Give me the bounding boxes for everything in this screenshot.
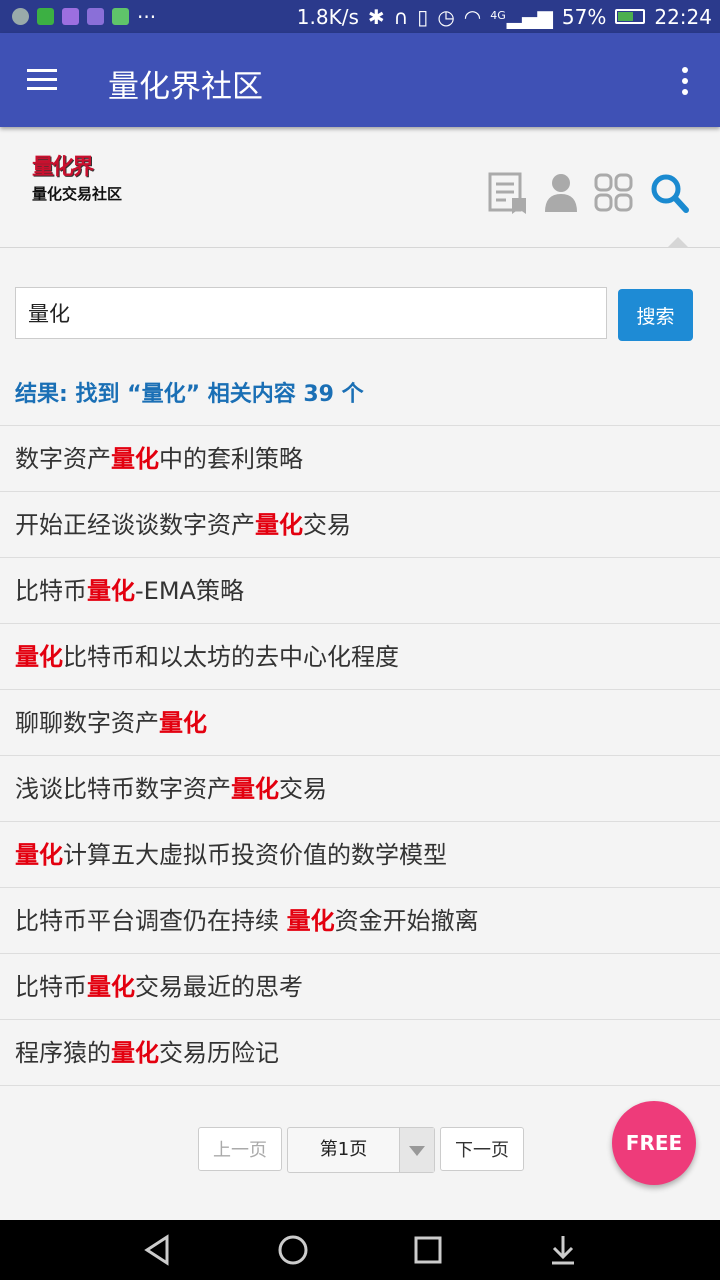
result-text: 比特币	[15, 973, 87, 1001]
menu-icon[interactable]	[27, 69, 57, 91]
result-text: 中的套利策略	[159, 445, 303, 473]
result-text: 交易	[279, 775, 327, 803]
clock: 22:24	[654, 4, 712, 29]
active-indicator	[668, 237, 688, 247]
app-title: 量化界社区	[108, 69, 263, 105]
home-icon[interactable]	[273, 1230, 313, 1270]
page-select[interactable]: 第1页	[287, 1127, 435, 1173]
result-text: 比特币和以太坊的去中心化程度	[63, 643, 399, 671]
net-speed: 1.8K/s	[296, 4, 359, 29]
gallery-icon	[62, 8, 79, 25]
result-text: 比特币	[15, 577, 87, 605]
app-bar: 量化界社区	[0, 33, 720, 127]
free-fab-button[interactable]: FREE	[612, 1101, 696, 1185]
battery-icon	[615, 9, 646, 24]
prev-page-button[interactable]: 上一页	[198, 1127, 282, 1171]
user-icon[interactable]	[544, 172, 578, 214]
result-text: 资金开始撤离	[334, 907, 479, 935]
result-text: 交易最近的思考	[135, 973, 303, 1001]
result-item[interactable]: 数字资产量化中的套利策略	[0, 426, 720, 492]
search-icon[interactable]	[650, 172, 690, 214]
status-bar: ··· 1.8K/s ✱ ∩ ▯ ◷ ◠ 4G ▂▄▆ 57% 22:24	[0, 0, 720, 33]
result-highlight: 量化	[111, 445, 159, 473]
result-text: 浅谈比特币数字资产	[15, 775, 231, 803]
result-highlight: 量化	[286, 907, 335, 935]
result-item[interactable]: 比特币量化交易最近的思考	[0, 954, 720, 1020]
result-highlight: 量化	[15, 841, 63, 869]
result-highlight: 量化	[231, 775, 279, 803]
result-highlight: 量化	[87, 577, 135, 605]
logo-title: 量化界	[32, 155, 94, 180]
result-item[interactable]: 量化计算五大虚拟币投资价值的数学模型	[0, 822, 720, 888]
notification-pull-icon[interactable]	[543, 1230, 583, 1270]
apps-grid-icon[interactable]	[594, 172, 634, 214]
result-item[interactable]: 量化比特币和以太坊的去中心化程度	[0, 624, 720, 690]
result-summary: 结果: 找到 “量化” 相关内容 39 个	[15, 382, 364, 407]
result-text: 开始正经谈谈数字资产	[15, 511, 255, 539]
page-select-value: 第1页	[319, 1139, 368, 1160]
result-item[interactable]: 聊聊数字资产量化	[0, 690, 720, 756]
wifi-icon: ◠	[463, 4, 482, 29]
bluetooth-icon: ✱	[367, 4, 385, 29]
headphones-icon: ∩	[393, 4, 409, 29]
result-item[interactable]: 比特币量化-EMA策略	[0, 558, 720, 624]
signal-icon: ▂▄▆	[506, 4, 553, 29]
battery-percent: 57%	[561, 4, 607, 29]
result-highlight: 量化	[255, 511, 303, 539]
result-highlight: 量化	[159, 709, 207, 737]
wechat-icon	[37, 8, 54, 25]
alarm-icon: ◷	[437, 4, 455, 29]
result-text: 交易历险记	[159, 1039, 279, 1067]
site-header: 量化界 量化交易社区	[0, 127, 720, 248]
more-notifications-icon: ···	[137, 4, 157, 29]
result-text: -EMA策略	[135, 577, 244, 605]
search-input[interactable]	[15, 287, 607, 339]
result-text: 计算五大虚拟币投资价值的数学模型	[63, 841, 447, 869]
result-text: 交易	[303, 511, 351, 539]
search-button[interactable]: 搜索	[618, 289, 693, 341]
back-icon[interactable]	[138, 1230, 178, 1270]
site-logo[interactable]: 量化界 量化交易社区	[32, 149, 122, 204]
result-highlight: 量化	[87, 973, 135, 1001]
result-item[interactable]: 程序猿的量化交易历险记	[0, 1020, 720, 1086]
next-page-button[interactable]: 下一页	[440, 1127, 524, 1171]
dropdown-arrow-icon	[399, 1128, 434, 1172]
result-list: 数字资产量化中的套利策略 开始正经谈谈数字资产量化交易 比特币量化-EMA策略 量化比…	[0, 425, 720, 1086]
result-text: 数字资产	[15, 445, 111, 473]
result-text: 比特币平台调查仍在持续	[15, 907, 287, 935]
system-nav-bar	[0, 1220, 720, 1280]
video-icon	[87, 8, 104, 25]
network-type: 4G	[490, 8, 506, 22]
result-item[interactable]: 比特币平台调查仍在持续 量化资金开始撤离	[0, 888, 720, 954]
result-item[interactable]: 开始正经谈谈数字资产量化交易	[0, 492, 720, 558]
result-highlight: 量化	[111, 1039, 159, 1067]
article-icon[interactable]	[488, 172, 528, 214]
recents-icon[interactable]	[408, 1230, 448, 1270]
vibrate-icon: ▯	[417, 4, 429, 29]
more-options-icon[interactable]	[682, 67, 690, 97]
result-item[interactable]: 浅谈比特币数字资产量化交易	[0, 756, 720, 822]
logo-subtitle: 量化交易社区	[32, 185, 123, 203]
result-text: 程序猿的	[15, 1039, 111, 1067]
pagination: 上一页 第1页 下一页	[198, 1127, 524, 1173]
app-icon	[112, 8, 129, 25]
result-highlight: 量化	[15, 643, 63, 671]
result-text: 聊聊数字资产	[15, 709, 159, 737]
app-notification-icon	[12, 8, 29, 25]
